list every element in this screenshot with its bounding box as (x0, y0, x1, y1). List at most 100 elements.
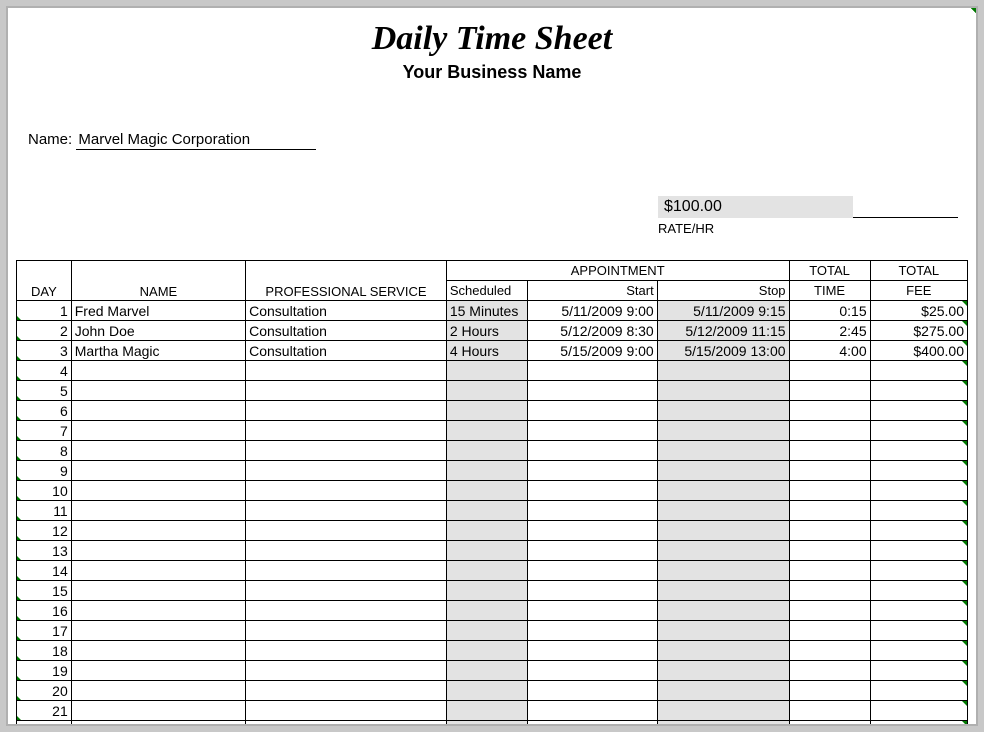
cell-start[interactable] (527, 521, 657, 541)
cell-fee[interactable] (870, 401, 967, 421)
cell-fee[interactable] (870, 481, 967, 501)
cell-time[interactable] (789, 381, 870, 401)
cell-time[interactable] (789, 581, 870, 601)
cell-time[interactable] (789, 461, 870, 481)
cell-start[interactable]: 5/11/2009 9:00 (527, 301, 657, 321)
cell-time[interactable] (789, 721, 870, 727)
cell-scheduled[interactable] (446, 561, 527, 581)
cell-start[interactable] (527, 541, 657, 561)
cell-start[interactable] (527, 561, 657, 581)
cell-time[interactable] (789, 601, 870, 621)
cell-stop[interactable] (657, 421, 789, 441)
cell-stop[interactable] (657, 481, 789, 501)
cell-start[interactable] (527, 681, 657, 701)
cell-stop[interactable]: 5/12/2009 11:15 (657, 321, 789, 341)
cell-fee[interactable]: $275.00 (870, 321, 967, 341)
cell-name[interactable] (71, 701, 245, 721)
cell-day[interactable]: 1 (17, 301, 72, 321)
cell-fee[interactable] (870, 421, 967, 441)
cell-day[interactable]: 12 (17, 521, 72, 541)
cell-scheduled[interactable] (446, 621, 527, 641)
cell-stop[interactable] (657, 621, 789, 641)
cell-start[interactable] (527, 461, 657, 481)
cell-day[interactable]: 3 (17, 341, 72, 361)
cell-fee[interactable] (870, 601, 967, 621)
cell-time[interactable] (789, 501, 870, 521)
cell-day[interactable]: 18 (17, 641, 72, 661)
cell-name[interactable] (71, 361, 245, 381)
cell-start[interactable]: 5/12/2009 8:30 (527, 321, 657, 341)
cell-time[interactable] (789, 621, 870, 641)
cell-time[interactable] (789, 421, 870, 441)
cell-name[interactable] (71, 561, 245, 581)
cell-stop[interactable] (657, 461, 789, 481)
cell-scheduled[interactable] (446, 401, 527, 421)
cell-fee[interactable] (870, 581, 967, 601)
cell-stop[interactable] (657, 501, 789, 521)
cell-name[interactable] (71, 681, 245, 701)
cell-service[interactable] (246, 721, 447, 727)
cell-name[interactable] (71, 721, 245, 727)
cell-stop[interactable] (657, 381, 789, 401)
cell-service[interactable]: Consultation (246, 321, 447, 341)
cell-name[interactable] (71, 481, 245, 501)
cell-fee[interactable] (870, 701, 967, 721)
cell-day[interactable]: 10 (17, 481, 72, 501)
cell-start[interactable]: 5/15/2009 9:00 (527, 341, 657, 361)
cell-fee[interactable]: $400.00 (870, 341, 967, 361)
cell-scheduled[interactable] (446, 641, 527, 661)
cell-fee[interactable] (870, 681, 967, 701)
cell-day[interactable]: 20 (17, 681, 72, 701)
cell-service[interactable] (246, 381, 447, 401)
cell-scheduled[interactable]: 15 Minutes (446, 301, 527, 321)
cell-day[interactable]: 8 (17, 441, 72, 461)
cell-stop[interactable]: 5/11/2009 9:15 (657, 301, 789, 321)
cell-service[interactable] (246, 641, 447, 661)
cell-start[interactable] (527, 641, 657, 661)
cell-service[interactable] (246, 361, 447, 381)
cell-name[interactable] (71, 661, 245, 681)
cell-fee[interactable] (870, 541, 967, 561)
cell-name[interactable] (71, 621, 245, 641)
cell-scheduled[interactable] (446, 361, 527, 381)
cell-name[interactable] (71, 401, 245, 421)
cell-fee[interactable] (870, 501, 967, 521)
cell-name[interactable] (71, 381, 245, 401)
cell-start[interactable] (527, 501, 657, 521)
cell-name[interactable] (71, 581, 245, 601)
cell-name[interactable]: Martha Magic (71, 341, 245, 361)
cell-start[interactable] (527, 481, 657, 501)
cell-scheduled[interactable] (446, 501, 527, 521)
cell-time[interactable]: 4:00 (789, 341, 870, 361)
cell-service[interactable]: Consultation (246, 341, 447, 361)
cell-time[interactable] (789, 401, 870, 421)
cell-stop[interactable]: 5/15/2009 13:00 (657, 341, 789, 361)
cell-day[interactable]: 4 (17, 361, 72, 381)
cell-stop[interactable] (657, 601, 789, 621)
cell-time[interactable] (789, 441, 870, 461)
cell-time[interactable] (789, 481, 870, 501)
cell-name[interactable] (71, 421, 245, 441)
cell-service[interactable] (246, 621, 447, 641)
cell-fee[interactable] (870, 721, 967, 727)
cell-stop[interactable] (657, 401, 789, 421)
cell-day[interactable]: 16 (17, 601, 72, 621)
cell-day[interactable]: 7 (17, 421, 72, 441)
cell-stop[interactable] (657, 361, 789, 381)
cell-fee[interactable] (870, 641, 967, 661)
cell-time[interactable] (789, 361, 870, 381)
cell-name[interactable] (71, 501, 245, 521)
cell-scheduled[interactable] (446, 541, 527, 561)
cell-scheduled[interactable] (446, 721, 527, 727)
cell-start[interactable] (527, 721, 657, 727)
cell-service[interactable] (246, 661, 447, 681)
cell-service[interactable] (246, 441, 447, 461)
cell-scheduled[interactable] (446, 521, 527, 541)
cell-scheduled[interactable]: 2 Hours (446, 321, 527, 341)
cell-start[interactable] (527, 381, 657, 401)
cell-service[interactable] (246, 561, 447, 581)
cell-fee[interactable]: $25.00 (870, 301, 967, 321)
cell-scheduled[interactable] (446, 481, 527, 501)
cell-time[interactable] (789, 541, 870, 561)
cell-time[interactable]: 2:45 (789, 321, 870, 341)
